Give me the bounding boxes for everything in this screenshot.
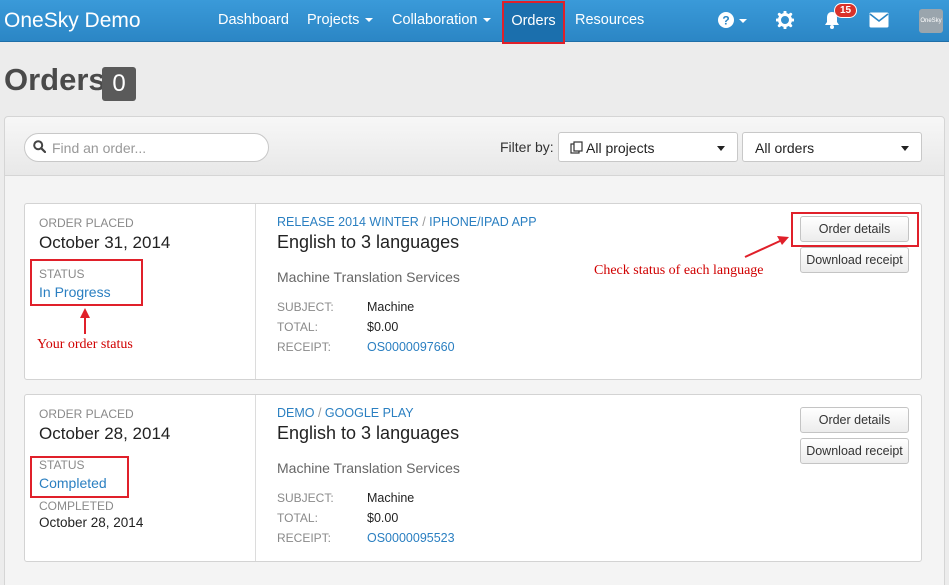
annotation-arrows [80,236,789,334]
